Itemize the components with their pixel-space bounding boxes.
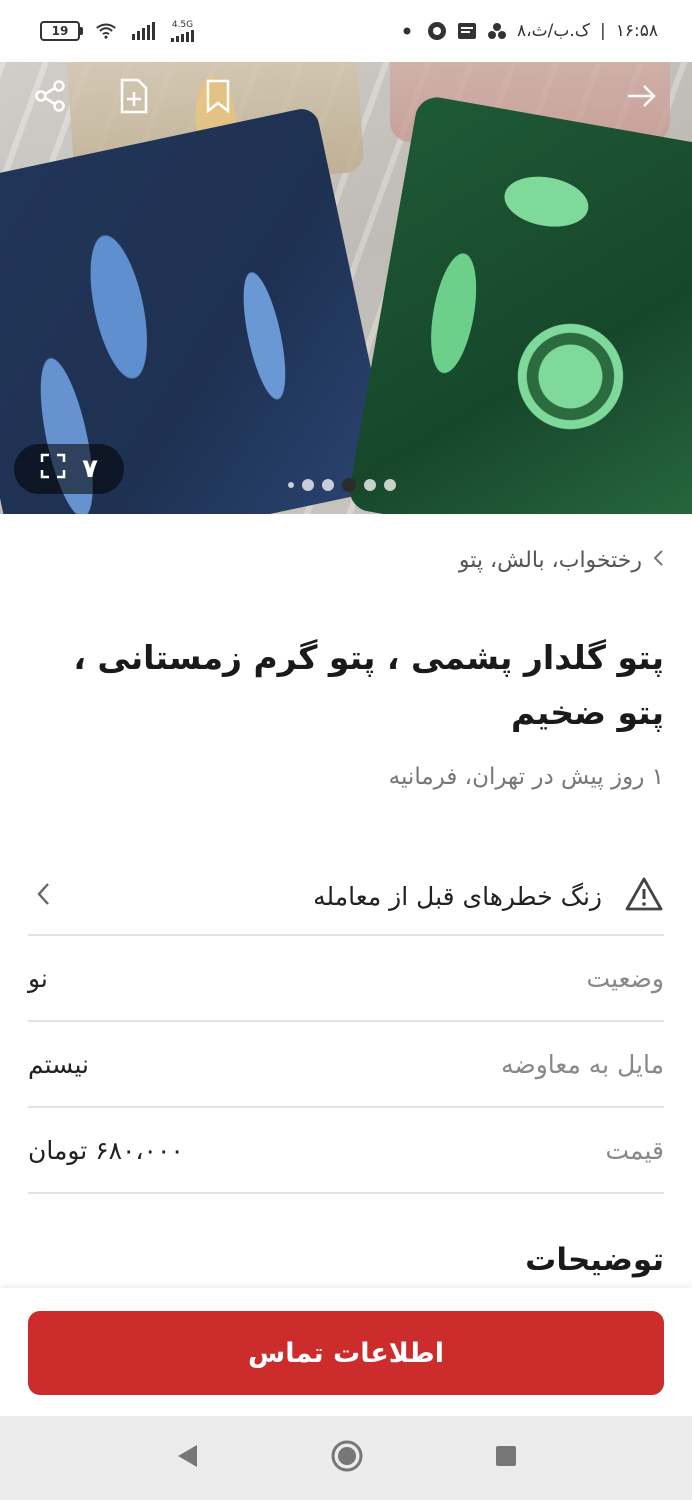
cta-bar: اطلاعات تماس <box>0 1288 692 1416</box>
more-dot-icon <box>397 21 417 41</box>
warning-icon <box>624 876 664 916</box>
image-count: ۷ <box>82 454 98 484</box>
detail-value: نو <box>28 963 48 993</box>
battery-level: 19 <box>51 24 69 38</box>
fullscreen-icon <box>40 453 66 486</box>
fullscreen-gallery-button[interactable]: ۷ <box>14 444 124 494</box>
chevron-left-icon <box>36 882 50 910</box>
status-clock: ۱۶:۵۸ <box>615 21 658 41</box>
warning-row[interactable]: زنگ خطرهای قبل از معامله <box>28 858 664 936</box>
battery-icon: 19 <box>40 21 83 41</box>
contact-info-button[interactable]: اطلاعات تماس <box>28 1311 664 1395</box>
wifi-icon <box>96 21 116 41</box>
network-type: 4.5G <box>171 19 194 30</box>
share-button[interactable] <box>28 76 72 120</box>
description-heading: توضیحات <box>525 1242 664 1278</box>
signal-4g-icon <box>171 29 194 42</box>
breadcrumb[interactable]: رختخواب، بالش، پتو <box>459 548 664 573</box>
system-nav-bar <box>0 1416 692 1500</box>
pagination-dot[interactable] <box>288 482 294 488</box>
status-bar: 19 4.5G ۸،ک.ب/ث | ۱۶:۵۸ <box>0 0 692 62</box>
signal-4g: 4.5G <box>171 19 194 42</box>
message-icon <box>457 21 477 41</box>
detail-key: وضعیت <box>586 963 664 993</box>
warning-label: زنگ خطرهای قبل از معامله <box>313 881 602 911</box>
signal-icon <box>132 22 155 40</box>
pagination-dot[interactable] <box>302 479 314 491</box>
gallery-pagination <box>288 478 396 492</box>
share-icon <box>33 79 67 117</box>
nav-recents-button[interactable] <box>495 1445 517 1471</box>
detail-row-price: قیمت ۶۸۰،۰۰۰ تومان <box>28 1108 664 1194</box>
listing-title: پتو گلدار پشمی ، پتو گرم زمستانی ، پتو ض… <box>73 638 664 732</box>
detail-value: ۶۸۰،۰۰۰ تومان <box>28 1135 184 1165</box>
pagination-dot[interactable] <box>384 479 396 491</box>
chrome-icon <box>427 21 447 41</box>
bookmark-icon <box>204 79 232 117</box>
listing-image-gallery[interactable]: ۷ <box>0 62 692 514</box>
detail-key: قیمت <box>605 1135 665 1165</box>
listing-meta: ۱ روز پیش در تهران، فرمانیه <box>388 764 664 790</box>
breadcrumb-path[interactable]: رختخواب، بالش، پتو <box>459 548 642 573</box>
back-button[interactable] <box>620 76 664 120</box>
note-add-icon <box>118 78 150 118</box>
status-bar-right: ۸،ک.ب/ث | ۱۶:۵۸ <box>397 21 658 41</box>
nav-back-button[interactable] <box>175 1443 199 1473</box>
bookmark-button[interactable] <box>196 76 240 120</box>
pagination-dot[interactable] <box>322 479 334 491</box>
detail-key: مایل به معاوضه <box>501 1049 664 1079</box>
add-note-button[interactable] <box>112 76 156 120</box>
status-separator: | <box>600 21 606 41</box>
nav-home-button[interactable] <box>330 1439 364 1477</box>
contact-info-label: اطلاعات تماس <box>248 1337 444 1369</box>
pagination-dot[interactable] <box>364 479 376 491</box>
app-icon <box>487 21 507 41</box>
detail-row-exchange: مایل به معاوضه نیستم <box>28 1022 664 1108</box>
breadcrumb-chevron-icon <box>652 548 664 573</box>
arrow-right-icon <box>626 82 658 114</box>
pagination-dot-active[interactable] <box>342 478 356 492</box>
detail-row-condition: وضعیت نو <box>28 936 664 1022</box>
status-date: ۸،ک.ب/ث <box>517 21 590 41</box>
detail-value: نیستم <box>28 1049 89 1079</box>
status-bar-left: 19 4.5G <box>40 19 194 42</box>
